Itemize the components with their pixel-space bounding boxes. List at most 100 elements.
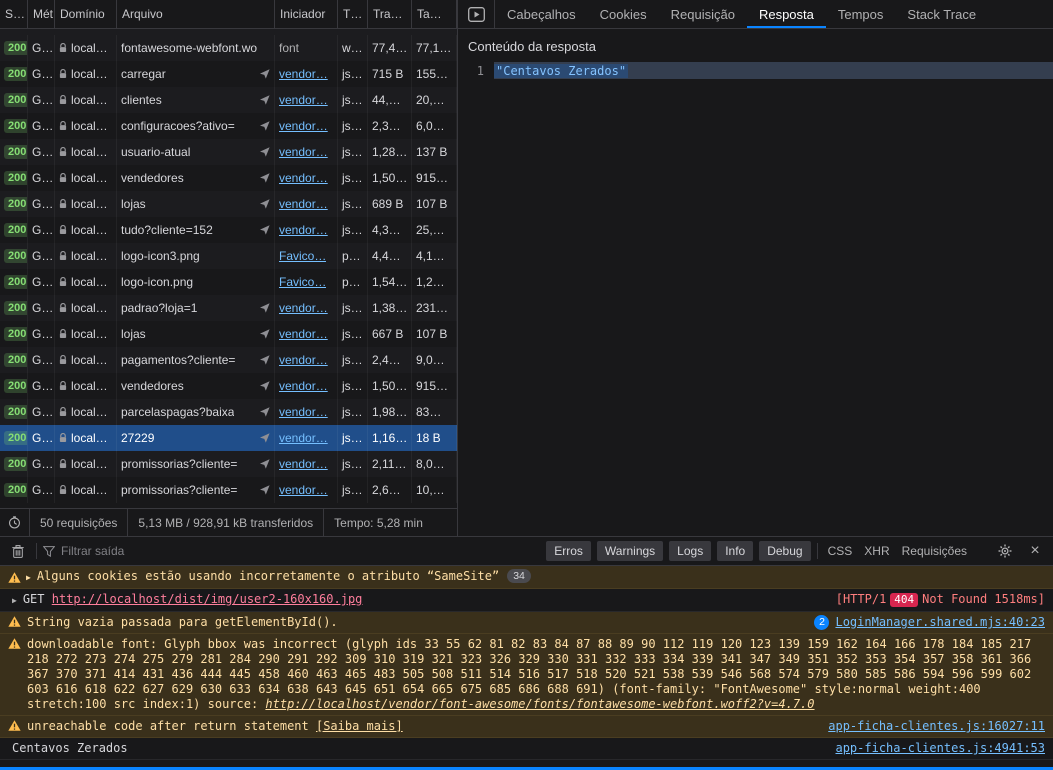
network-request-row[interactable]: 200 G… local… logo-icon3.png Favico… (0, 243, 457, 269)
network-request-row[interactable]: 200 G… local… carregar vendor… j (0, 61, 457, 87)
initiator-link[interactable]: vendor… (279, 223, 328, 237)
initiator-link[interactable]: vendor… (279, 119, 328, 133)
filter-toggle-button[interactable]: Erros (546, 541, 591, 561)
filter-toggle-button[interactable]: Debug (759, 541, 810, 561)
console-warning-unreachable[interactable]: unreachable code after return statement … (0, 716, 1053, 738)
network-request-row[interactable]: 200 G… local… lojas vendor… js… (0, 191, 457, 217)
type-cell: js… (338, 87, 368, 113)
details-tab[interactable]: Cabeçalhos (495, 0, 588, 28)
initiator-link[interactable]: vendor… (279, 145, 328, 159)
column-header-status[interactable]: S… (0, 0, 28, 28)
category-filter-button[interactable]: Requisições (898, 541, 971, 561)
column-header-size[interactable]: Ta… (412, 0, 457, 28)
console-warning-font-glyph[interactable]: downloadable font: Glyph bbox was incorr… (0, 634, 1053, 716)
network-request-row[interactable]: 200 G… local… vendedores vendor… (0, 165, 457, 191)
status-badge: 200 (4, 379, 28, 393)
console-warning-empty-string[interactable]: String vazia passada para getElementById… (0, 612, 1053, 634)
details-tab[interactable]: Cookies (588, 0, 659, 28)
font-source-link[interactable]: http://localhost/vendor/font-awesome/fon… (265, 697, 814, 711)
initiator-cell: vendor… (275, 347, 338, 373)
filter-button-label: Debug (767, 544, 802, 558)
transferred-cell: 2,11… (368, 451, 412, 477)
method-cell: G… (28, 425, 55, 451)
type-cell: js… (338, 477, 368, 503)
network-request-row[interactable]: 200 G… local… usuario-atual vendor… (0, 139, 457, 165)
network-request-row[interactable]: 200 G… local… pagamentos?cliente= vendor… (0, 347, 457, 373)
close-console-button[interactable]: × (1023, 540, 1047, 562)
expand-arrow-icon[interactable]: ▶ (26, 570, 31, 585)
column-header-method[interactable]: Mét (28, 0, 55, 28)
initiator-link[interactable]: vendor… (279, 93, 328, 107)
learn-more-link[interactable]: [Saiba mais] (316, 719, 403, 733)
expand-arrow-icon[interactable]: ▶ (12, 593, 17, 608)
column-header-initiator[interactable]: Iniciador (275, 0, 338, 28)
initiator-link[interactable]: vendor… (279, 197, 328, 211)
filter-button-label: Erros (554, 544, 583, 558)
performance-analysis-button[interactable] (0, 509, 30, 536)
method-label: G… (32, 379, 53, 393)
column-header-transferred[interactable]: Tra… (368, 0, 412, 28)
network-request-row[interactable]: 200 G… local… lojas vendor… js… (0, 321, 457, 347)
column-header-file[interactable]: Arquivo (117, 0, 275, 28)
initiator-link[interactable]: vendor… (279, 379, 328, 393)
filter-toggle-button[interactable]: Info (717, 541, 753, 561)
network-request-row[interactable]: 200 G… local… clientes vendor… j (0, 87, 457, 113)
console-settings-button[interactable] (993, 540, 1017, 562)
method-cell: G… (28, 399, 55, 425)
status-cell: 200 (0, 217, 28, 243)
log-text: Centavos Zerados (12, 741, 829, 756)
details-tab[interactable]: Requisição (659, 0, 747, 28)
initiator-link[interactable]: vendor… (279, 457, 328, 471)
file-cell: clientes (117, 87, 275, 113)
column-header-domain[interactable]: Domínio (55, 0, 117, 28)
network-request-row[interactable]: 200 G… local… vendedores vendor… (0, 373, 457, 399)
network-request-row[interactable]: 200 G… local… tudo?cliente=152 vendor… (0, 217, 457, 243)
details-tab[interactable]: Tempos (826, 0, 896, 28)
initiator-link[interactable]: font (279, 41, 299, 55)
network-request-row[interactable]: 200 G… local… configuracoes?ativo= vendo… (0, 113, 457, 139)
method-label: G… (32, 327, 53, 341)
initiator-link[interactable]: vendor… (279, 301, 328, 315)
source-location-link[interactable]: app-ficha-clientes.js:16027:11 (828, 719, 1045, 734)
filter-output-input[interactable] (61, 544, 231, 558)
network-request-row[interactable]: 200 G… local… promissorias?cliente= vend… (0, 477, 457, 503)
filter-toggle-button[interactable]: Warnings (597, 541, 663, 561)
initiator-link[interactable]: vendor… (279, 405, 328, 419)
initiator-link[interactable]: vendor… (279, 327, 328, 341)
size-label: 77,1… (416, 41, 451, 55)
method-label: G… (32, 301, 53, 315)
category-filter-button[interactable]: CSS (824, 541, 857, 561)
initiator-link[interactable]: Favico… (279, 249, 326, 263)
network-request-row[interactable]: 200 G… local… padrao?loja=1 vendor… (0, 295, 457, 321)
console-network-request[interactable]: ▶ GET http://localhost/dist/img/user2-16… (0, 589, 1053, 612)
source-location-link[interactable]: app-ficha-clientes.js:4941:53 (835, 741, 1045, 756)
type-label: js… (342, 93, 363, 107)
network-request-row[interactable]: 200 G… local… promissorias?cliente= vend… (0, 451, 457, 477)
initiator-link[interactable]: Favico… (279, 275, 326, 289)
initiator-link[interactable]: vendor… (279, 67, 328, 81)
network-request-row[interactable]: 200 G… local… parcelaspagas?baixa vendor… (0, 399, 457, 425)
file-label: carregar (121, 67, 166, 81)
network-request-row[interactable]: 200 G… local… logo-icon.png Favico… (0, 269, 457, 295)
console-warning-samesite[interactable]: ▶ Alguns cookies estão usando incorretam… (0, 566, 1053, 589)
transferred-label: 715 B (372, 67, 403, 81)
source-location-link[interactable]: LoginManager.shared.mjs:40:23 (835, 615, 1045, 630)
filter-toggle-button[interactable]: Logs (669, 541, 711, 561)
details-tab[interactable]: Stack Trace (895, 0, 988, 28)
network-request-row[interactable]: 200 G… local… 27229 vendor… js… (0, 425, 457, 451)
column-header-type[interactable]: T… (338, 0, 368, 28)
initiator-link[interactable]: vendor… (279, 171, 328, 185)
details-tab[interactable]: Resposta (747, 0, 826, 28)
console-log-message[interactable]: Centavos Zerados app-ficha-clientes.js:4… (0, 738, 1053, 760)
request-url-link[interactable]: http://localhost/dist/img/user2-160x160.… (52, 592, 363, 606)
network-request-row[interactable]: 200 G… local… fontawesome-webfont.wo fon… (0, 35, 457, 61)
category-filter-button[interactable]: XHR (860, 541, 893, 561)
status-badge: 200 (4, 145, 28, 159)
resend-request-button[interactable] (458, 0, 495, 28)
initiator-link[interactable]: vendor… (279, 431, 328, 445)
status-badge: 200 (4, 223, 28, 237)
response-line[interactable]: 1 "Centavos Zerados" (458, 62, 1053, 79)
initiator-link[interactable]: vendor… (279, 353, 328, 367)
clear-console-button[interactable] (6, 540, 30, 562)
initiator-link[interactable]: vendor… (279, 483, 328, 497)
